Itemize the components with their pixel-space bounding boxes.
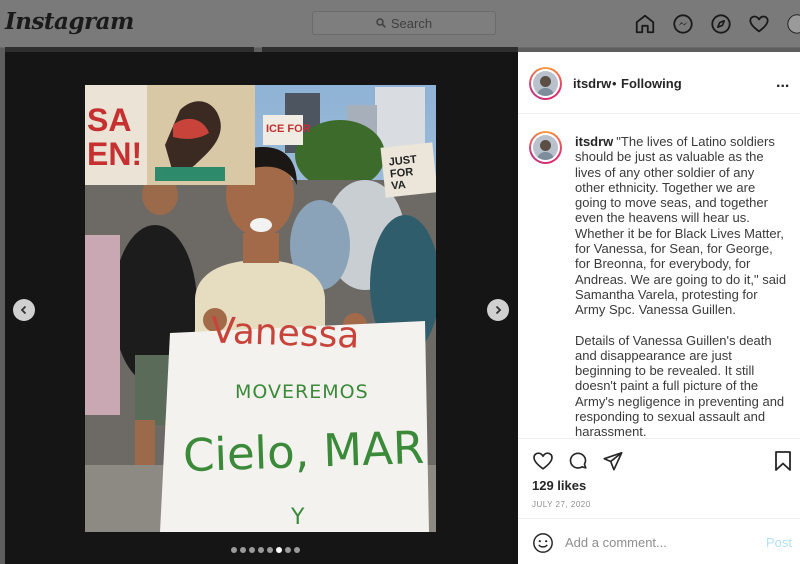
separator-dot: • [612, 76, 617, 91]
following-button[interactable]: Following [621, 76, 682, 91]
explore-icon[interactable] [708, 11, 734, 37]
share-icon[interactable] [601, 449, 625, 473]
carousel-dot [240, 547, 246, 553]
save-bookmark-icon[interactable] [771, 449, 795, 473]
carousel-dot [294, 547, 300, 553]
chevron-right-icon [495, 305, 502, 315]
caption-text: "The lives of Latino soldiers should be … [575, 134, 787, 318]
emoji-icon[interactable] [532, 532, 554, 554]
search-box[interactable]: Search [312, 11, 496, 35]
likes-count[interactable]: 129 likes [532, 478, 586, 493]
ice-sign-text: ICE FOR [266, 123, 311, 135]
carousel-dot [285, 547, 291, 553]
sign-line-y: Y [291, 505, 305, 530]
just-sign-text: JUST FOR VA [388, 154, 420, 193]
caption-paragraph: Details of Vanessa Guillen's death and d… [575, 332, 785, 440]
search-placeholder: Search [390, 15, 433, 31]
comment-input[interactable] [565, 535, 745, 550]
post-media: SA EN! ICE FOR JUST FOR VA Vanessa MOVER… [5, 52, 518, 564]
avatar[interactable] [529, 67, 562, 100]
messenger-icon[interactable] [670, 11, 696, 37]
comment-box: Post [518, 518, 800, 564]
carousel-dot [276, 547, 282, 553]
post-date[interactable]: JULY 27, 2020 [532, 500, 591, 509]
heart-icon[interactable] [746, 11, 772, 37]
chevron-left-icon [20, 305, 27, 315]
sa-sign-text: SA EN! [87, 103, 142, 171]
post-photo[interactable]: SA EN! ICE FOR JUST FOR VA Vanessa MOVER… [85, 85, 436, 532]
sa-sign-line: EN! [87, 136, 143, 172]
profile-icon[interactable] [784, 11, 800, 37]
comment-icon[interactable] [566, 449, 590, 473]
carousel-dot [231, 547, 237, 553]
sa-sign-line: SA [87, 102, 132, 138]
carousel-dot [267, 547, 273, 553]
previous-image-button[interactable] [13, 299, 35, 321]
avatar[interactable] [529, 131, 562, 164]
sign-line-moveremos: MOVEREMOS [235, 381, 369, 403]
carousel-dot [249, 547, 255, 553]
post-comment-button[interactable]: Post [766, 535, 792, 550]
carousel-indicator [231, 547, 300, 553]
post-username[interactable]: itsdrw [573, 76, 611, 91]
home-icon[interactable] [632, 11, 658, 37]
post-header: itsdrw • Following ... [518, 52, 800, 114]
next-image-button[interactable] [487, 299, 509, 321]
post-caption: itsdrw "The lives of Latino soldiers shou… [575, 134, 787, 455]
more-options-button[interactable]: ... [776, 74, 789, 92]
action-icons [531, 449, 625, 473]
carousel-dot [258, 547, 264, 553]
post-details-panel: itsdrw • Following ... itsdrw "The lives … [518, 52, 800, 564]
top-navigation-bar: Instagram Search [0, 0, 800, 48]
post-actions: 129 likes JULY 27, 2020 Post [518, 438, 800, 564]
search-icon [376, 18, 386, 28]
like-heart-icon[interactable] [531, 449, 555, 473]
caption-username[interactable]: itsdrw [575, 134, 613, 149]
instagram-logo[interactable]: Instagram [5, 8, 134, 35]
sign-line-vanessa: Vanessa [210, 310, 361, 357]
caption-paragraph: itsdrw "The lives of Latino soldiers shou… [575, 134, 787, 318]
sign-line-cielo-mar: Cielo, MAR [182, 420, 425, 483]
nav-icons [632, 11, 800, 37]
